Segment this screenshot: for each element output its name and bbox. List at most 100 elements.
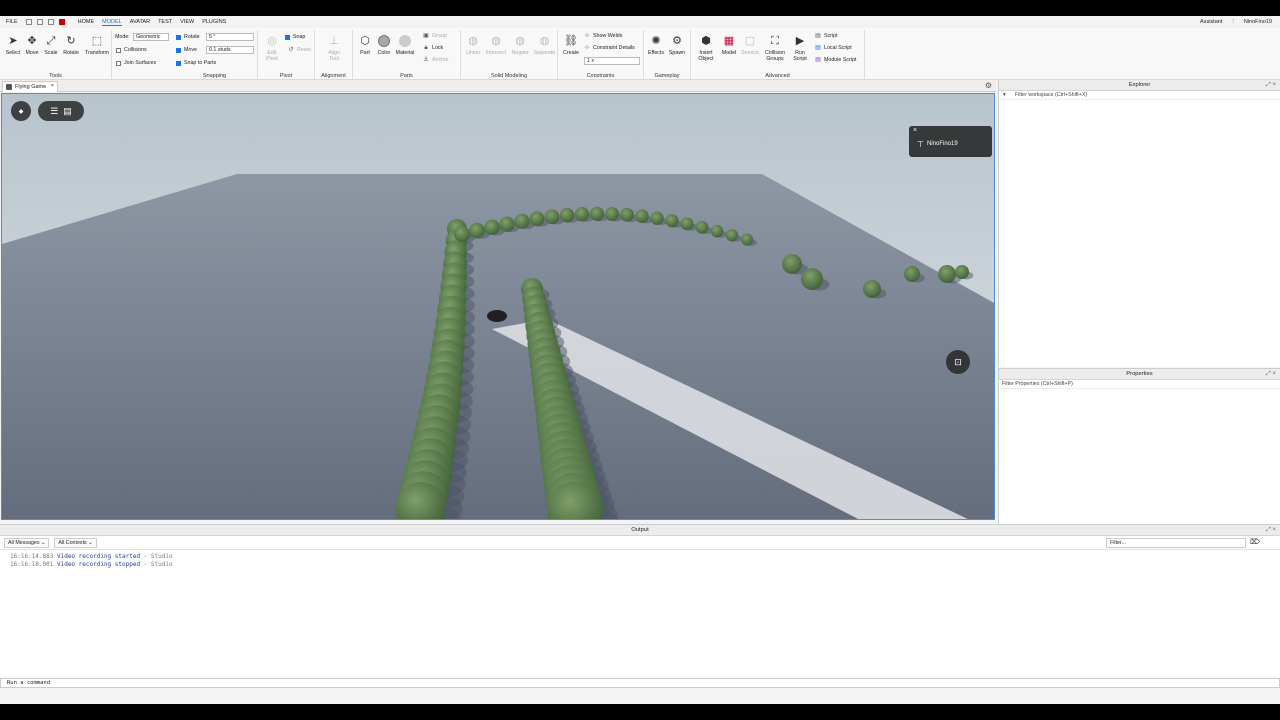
pivot-group-label: Pivot: [279, 73, 293, 79]
move-snap-checkbox[interactable]: Move: [176, 47, 197, 53]
hamburger-chat-icon[interactable]: ☰ ▤: [38, 101, 84, 121]
service-button[interactable]: ▢ Service: [739, 34, 761, 57]
tab-flying-game[interactable]: Flying Game ×: [2, 81, 58, 92]
save-icon[interactable]: [47, 19, 54, 25]
local-script-icon: ▤: [815, 45, 821, 51]
details-icon: ⊹: [584, 45, 590, 51]
camera-lock-icon[interactable]: ⊡: [946, 350, 970, 374]
pivot-group: ◎ Edit Pivot Snap ↺ Reset Pivot: [258, 30, 315, 80]
close-tab-icon[interactable]: ×: [51, 83, 54, 89]
effects-icon: ✺: [651, 35, 661, 47]
tab-view[interactable]: VIEW: [180, 19, 194, 25]
command-bar-input[interactable]: Run a command: [0, 678, 1280, 688]
collision-groups-button[interactable]: ⛶ Collision Groups: [762, 34, 788, 63]
mode-group: Mode: Geometric Collisions Join Surfaces: [112, 30, 172, 80]
hammer-icon: ⊤: [917, 140, 924, 149]
move-increment-input[interactable]: 0.1 studs: [206, 46, 254, 54]
collisions-checkbox[interactable]: Collisions: [116, 47, 147, 53]
contexts-filter-dropdown[interactable]: All Contexts ⌄: [54, 537, 97, 548]
align-tool-button[interactable]: ⊥ Align Tool: [323, 34, 345, 63]
union-icon: ◍: [468, 35, 478, 47]
service-icon: ▢: [744, 35, 756, 47]
file-menu[interactable]: FILE: [6, 19, 18, 25]
document-tabs: Flying Game × ⚙: [0, 80, 996, 92]
separate-button[interactable]: ◍ Separate: [532, 34, 557, 57]
panel-controls-icon[interactable]: ⤢ ×: [1266, 80, 1276, 91]
new-icon[interactable]: [25, 19, 32, 25]
properties-filter-input[interactable]: Filter Properties (Ctrl+Shift+P): [999, 380, 1280, 389]
group-button[interactable]: ▣ Group: [423, 33, 447, 39]
separate-icon: ◍: [539, 35, 550, 47]
insert-object-button[interactable]: ⬢ Insert Object: [695, 34, 717, 63]
run-script-icon: ▶: [795, 35, 805, 47]
pivot-snap-checkbox[interactable]: Snap: [285, 34, 305, 40]
run-script-button[interactable]: ▶ Run Script: [789, 34, 811, 63]
messages-filter-dropdown[interactable]: All Messages ⌄: [4, 537, 50, 548]
pivot-icon: ◎: [267, 35, 277, 47]
place-icon: [6, 84, 12, 90]
edit-pivot-button[interactable]: ◎ Edit Pivot: [261, 34, 283, 63]
constraint-details-button[interactable]: ⊹ Constraint Details: [584, 45, 634, 51]
close-badge-icon[interactable]: ×: [913, 127, 917, 134]
rotate-tool-button[interactable]: ↻ Rotate: [60, 34, 82, 57]
assistant-button[interactable]: Assistant: [1200, 19, 1222, 25]
color-button[interactable]: Color: [373, 34, 395, 56]
panel-controls-icon[interactable]: ⤢ ×: [1266, 369, 1276, 380]
tab-test[interactable]: TEST: [158, 19, 172, 25]
explorer-header: Explorer ⤢ ×: [999, 80, 1280, 91]
constraint-scale-input[interactable]: 1 x: [584, 57, 640, 65]
viewport-settings-gear-icon[interactable]: ⚙: [985, 81, 992, 90]
scale-tool-button[interactable]: ⤢ Scale: [40, 34, 62, 57]
ribbon-toolbar: ➤ Select ✥ Move ⤢ Scale ↻ Rotate ⬚ Transform …: [0, 28, 1280, 80]
roblox-menu-icon[interactable]: ◆: [11, 101, 31, 121]
snap-to-parts-checkbox[interactable]: Snap to Parts: [176, 60, 216, 66]
gameplay-group-label: Gameplay: [654, 73, 680, 79]
cursor-icon: ➤: [8, 35, 18, 47]
viewport-3d[interactable]: ▶Workspace▶Players▶LightingMaterialServi…: [1, 93, 995, 520]
transform-tool-button[interactable]: ⬚ Transform: [84, 34, 110, 57]
local-script-button[interactable]: ▤ Local Script: [815, 45, 852, 51]
join-surfaces-checkbox[interactable]: Join Surfaces: [116, 60, 156, 66]
intersect-button[interactable]: ◍ Intersect: [485, 34, 507, 57]
explorer-filter-input[interactable]: ▾ Filter workspace (Ctrl+Shift+X): [999, 91, 1280, 100]
rotate-snap-checkbox[interactable]: Rotate: [176, 34, 200, 40]
tab-plugins[interactable]: PLUGINS: [202, 19, 226, 25]
panel-controls-icon[interactable]: ⤢ ×: [1266, 525, 1276, 536]
rotate-increment-input[interactable]: 5 °: [206, 33, 254, 41]
pivot-reset-button[interactable]: ↺ Reset: [288, 47, 310, 53]
properties-panel: Properties ⤢ × Filter Properties (Ctrl+Sh…: [998, 368, 1280, 524]
effects-button[interactable]: ✺ Effects: [645, 34, 667, 57]
module-script-button[interactable]: ▤ Module Script: [815, 57, 856, 63]
material-button[interactable]: Material: [394, 34, 416, 56]
filter-icon: ▾: [1003, 92, 1006, 98]
anchor-button[interactable]: ⚓︎ Anchor: [423, 57, 449, 63]
mode-select[interactable]: Geometric: [133, 33, 169, 41]
explorer-panel: Explorer ⤢ × ▾ Filter workspace (Ctrl+Shif…: [998, 80, 1280, 367]
output-filter-input[interactable]: Filter...: [1106, 538, 1246, 548]
tab-home[interactable]: HOME: [78, 19, 95, 25]
tab-avatar[interactable]: AVATAR: [130, 19, 150, 25]
share-icon[interactable]: ⋮: [1230, 19, 1236, 25]
lock-button[interactable]: 🔒︎ Lock: [423, 45, 443, 51]
open-icon[interactable]: [36, 19, 43, 25]
scene-render: ▶Workspace▶Players▶LightingMaterialServi…: [2, 94, 994, 519]
username-label[interactable]: NinoFino19: [1244, 19, 1272, 25]
stop-icon[interactable]: [58, 19, 65, 25]
tab-model[interactable]: MODEL: [102, 19, 122, 26]
union-button[interactable]: ◍ Union: [462, 34, 484, 57]
menu-bar: FILE HOME MODEL AVATAR TEST VIEW PLUGINS…: [0, 16, 1280, 28]
cube-icon: ⬡: [360, 35, 370, 47]
snapping-group-label: Snapping: [202, 73, 227, 79]
create-constraint-button[interactable]: ⛓ Create: [560, 34, 582, 57]
advanced-group-label: Advanced: [765, 73, 790, 79]
show-welds-button[interactable]: ⊹ Show Welds: [584, 33, 622, 39]
script-button[interactable]: ▤ Script: [815, 33, 837, 39]
negate-button[interactable]: ◍ Negate: [509, 34, 531, 57]
group-icon: ▣: [423, 33, 429, 39]
spawn-button[interactable]: ⚙ Spawn: [666, 34, 688, 57]
spawn-gear-icon: ⚙: [672, 35, 682, 47]
model-button[interactable]: ▦ Model: [718, 34, 740, 57]
clear-output-icon[interactable]: ⌦: [1250, 538, 1260, 546]
align-icon: ⊥: [329, 35, 339, 47]
advanced-group: ⬢ Insert Object ▦ Model ▢ Service ⛶ Collisio…: [691, 30, 865, 80]
